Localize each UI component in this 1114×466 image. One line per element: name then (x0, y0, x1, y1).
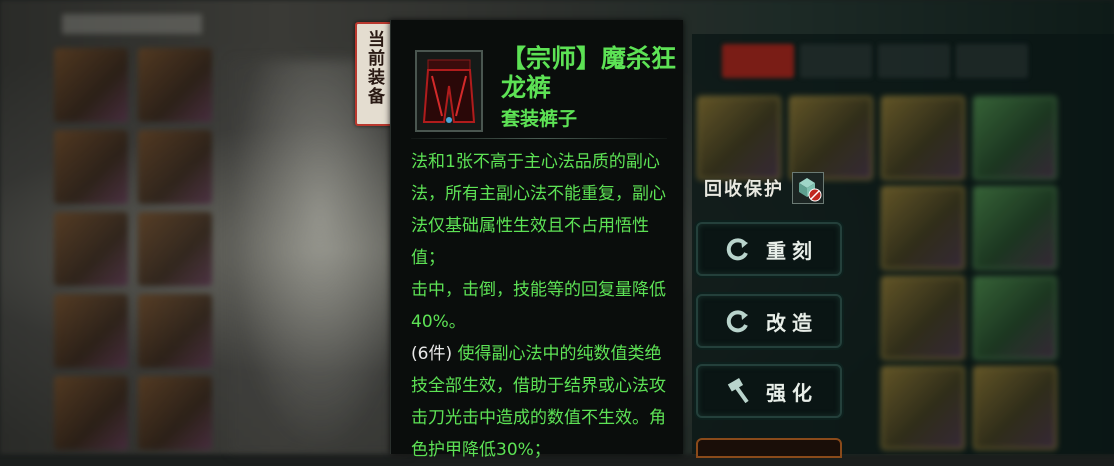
blurred-inventory-title (62, 14, 202, 34)
reset-button[interactable]: 重刻 (696, 222, 842, 276)
item-type: 套装裤子 (501, 108, 578, 130)
bag-tab-2[interactable] (800, 44, 872, 78)
modify-button[interactable]: 改造 (696, 294, 842, 348)
blurred-inventory-grid (48, 44, 218, 454)
enhance-button[interactable]: 强化 (696, 364, 842, 418)
bag-tabs (722, 44, 1028, 78)
bag-tab-1[interactable] (722, 44, 794, 78)
recycle-protection-label: 回收保护 (704, 179, 784, 200)
current-equipment-tab[interactable]: 当前装备 (355, 22, 393, 126)
description-line-1: 法和1张不高于主心法品质的副心法，所有主副心法不能重复，副心法仅基础属性生效且不… (411, 152, 666, 268)
item-name: 【宗师】魔杀狂龙裤 (501, 44, 677, 102)
enhance-button-label: 强化 (766, 380, 818, 405)
reset-button-label: 重刻 (766, 238, 818, 263)
set-count-label: (6件) (411, 344, 453, 364)
description-line-2: 击中，击倒，技能等的回复量降低40%。 (411, 280, 666, 332)
modify-button-label: 改造 (766, 310, 818, 335)
recycle-protection: 回收保护 (704, 172, 824, 204)
set-effect: (6件) 使得副心法中的纯数值类绝技全部生效，借助于结界或心法攻击刀光击中造成的… (411, 338, 667, 466)
bag-tab-3[interactable] (878, 44, 950, 78)
item-tooltip: 【宗师】魔杀狂龙裤 套装裤子 法和1张不高于主心法品质的副心法，所有主副心法不能… (390, 20, 683, 460)
refresh-icon (724, 235, 752, 263)
refresh-icon (724, 307, 752, 335)
partial-bottom-button[interactable] (696, 438, 842, 458)
current-equipment-label: 当前装备 (364, 30, 384, 106)
item-description: 法和1张不高于主心法品质的副心法，所有主副心法不能重复，副心法仅基础属性生效且不… (411, 146, 667, 466)
hammer-icon (724, 377, 752, 405)
recycle-protect-toggle[interactable] (792, 172, 824, 204)
tooltip-divider (411, 138, 667, 139)
item-icon-frame (415, 50, 483, 132)
recycle-protect-icon (799, 178, 822, 202)
dark-red-pants-icon (422, 59, 476, 123)
bag-tab-4[interactable] (956, 44, 1028, 78)
